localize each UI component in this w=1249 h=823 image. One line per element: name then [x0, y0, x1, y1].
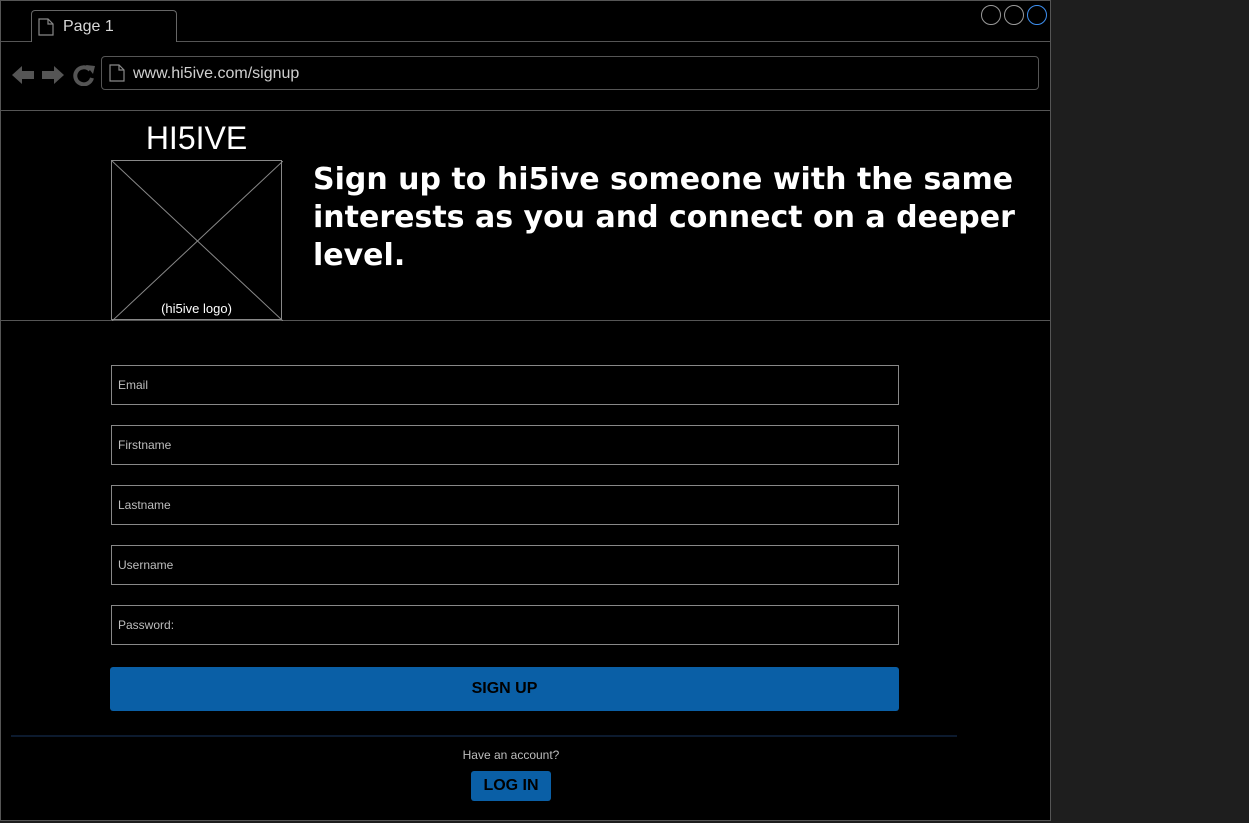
signup-button[interactable]: SIGN UP: [110, 667, 899, 711]
nav-bar: www.hi5ive.com/signup: [1, 42, 1050, 111]
divider: [11, 735, 957, 737]
logo-placeholder-cross: [112, 161, 283, 321]
have-account-text: Have an account?: [462, 748, 560, 762]
browser-window: Page 1 www.hi5ive.com/signup HI5IVE (hi5…: [0, 0, 1051, 821]
email-field-label: Email: [118, 378, 149, 392]
window-controls: [981, 5, 1047, 25]
logo-caption: (hi5ive logo): [161, 301, 232, 316]
window-control-2[interactable]: [1004, 5, 1024, 25]
username-field[interactable]: Username: [111, 545, 899, 585]
lastname-field[interactable]: Lastname: [111, 485, 899, 525]
forward-arrow-icon[interactable]: [41, 64, 65, 91]
tab-page-1[interactable]: Page 1: [31, 10, 177, 42]
brand-title: HI5IVE: [145, 120, 248, 156]
window-control-3[interactable]: [1027, 5, 1047, 25]
url-text: www.hi5ive.com/signup: [133, 65, 300, 82]
back-arrow-icon[interactable]: [11, 64, 35, 91]
firstname-field-label: Firstname: [118, 438, 172, 452]
firstname-field[interactable]: Firstname: [111, 425, 899, 465]
email-field[interactable]: Email: [111, 365, 899, 405]
login-button[interactable]: LOG IN: [471, 771, 551, 801]
window-control-1[interactable]: [981, 5, 1001, 25]
url-bar[interactable]: www.hi5ive.com/signup: [101, 56, 1039, 90]
tab-bar: Page 1: [1, 1, 1050, 42]
reload-icon[interactable]: [72, 64, 96, 91]
signup-tagline: Sign up to hi5ive someone with the same …: [313, 162, 1015, 273]
tab-label: Page 1: [63, 18, 114, 35]
logo-placeholder: (hi5ive logo): [111, 160, 283, 321]
lastname-field-label: Lastname: [118, 498, 171, 512]
password-field-label: Password:: [118, 618, 175, 632]
page-icon: [109, 64, 125, 87]
username-field-label: Username: [118, 558, 174, 572]
password-field[interactable]: Password:: [111, 605, 899, 645]
page-icon: [38, 18, 54, 41]
signup-header: HI5IVE (hi5ive logo) Sign up to hi5ive s…: [1, 111, 1050, 321]
